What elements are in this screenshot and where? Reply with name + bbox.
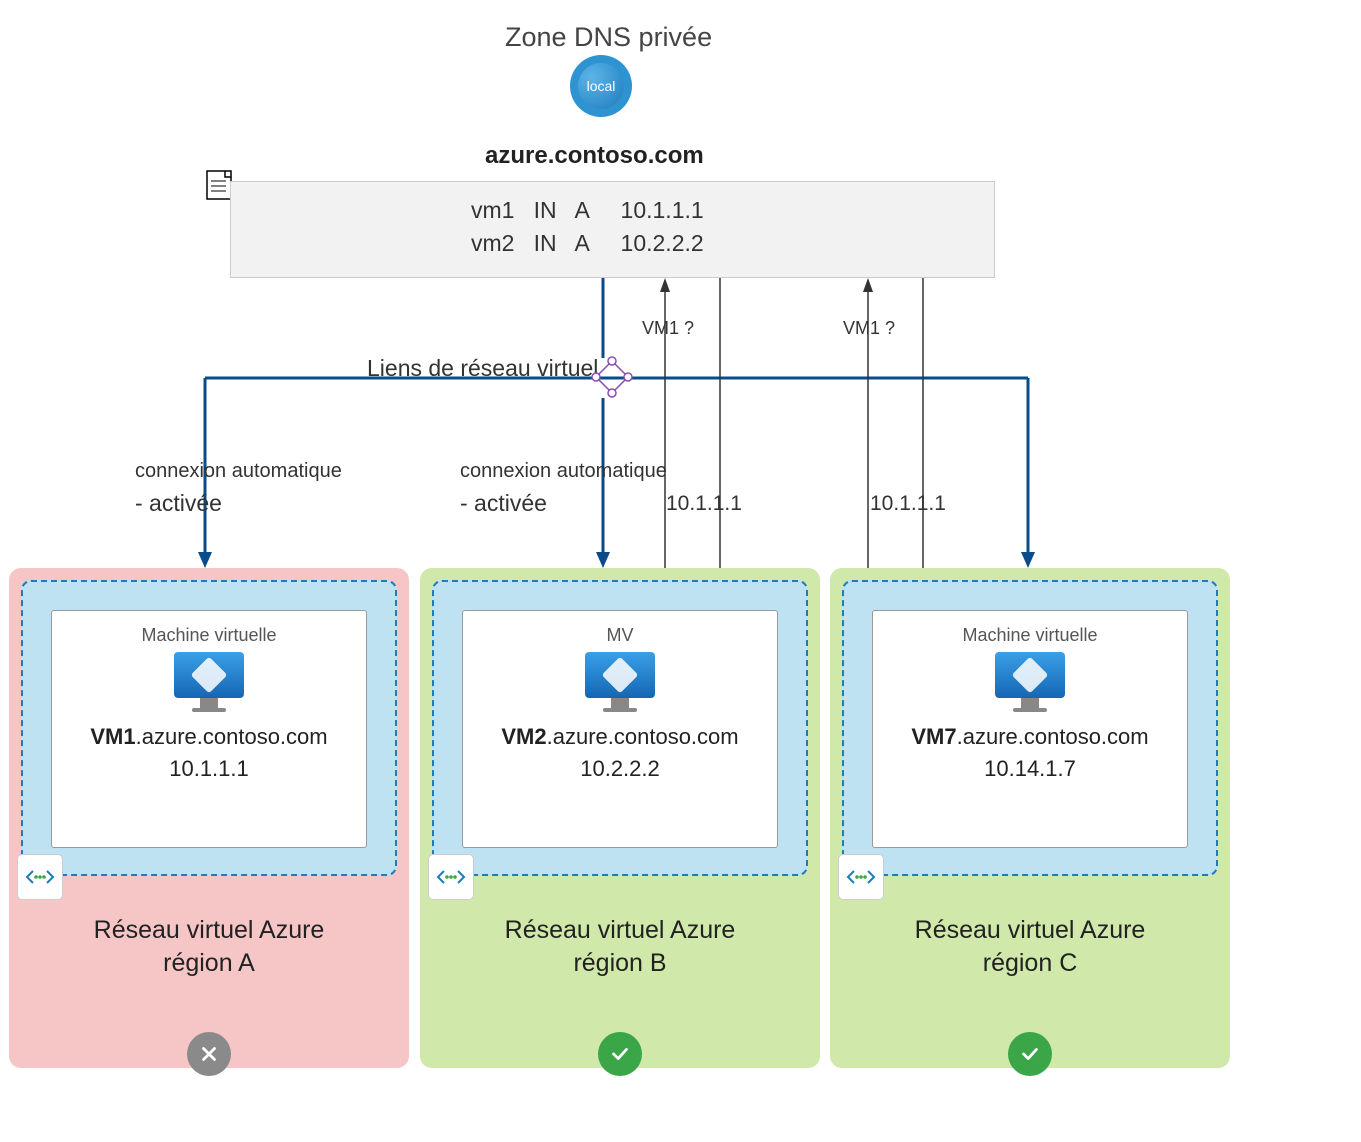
autoreg-b-status: - activée — [460, 490, 547, 517]
document-icon — [206, 170, 232, 205]
region-a-label: Réseau virtuel Azure région A — [9, 916, 409, 978]
vm-ip: 10.2.2.2 — [463, 756, 777, 782]
status-fail-icon — [187, 1032, 231, 1076]
vm-fqdn: VM7.azure.contoso.com — [873, 724, 1187, 750]
dns-records-box: vm1 IN A 10.1.1.1 vm2 IN A 10.2.2.2 — [230, 181, 995, 278]
vnet-links-label: Liens de réseau virtuel — [367, 355, 598, 382]
monitor-icon — [585, 652, 655, 712]
vm-label: Machine virtuelle — [873, 625, 1187, 646]
status-ok-icon — [1008, 1032, 1052, 1076]
dns-record-row: vm2 IN A 10.2.2.2 — [471, 230, 994, 257]
vnet-link-icon — [590, 355, 634, 404]
globe-icon: local — [570, 55, 632, 117]
vm-label: Machine virtuelle — [52, 625, 366, 646]
query-c-label: VM1 ? — [843, 318, 895, 339]
vm-card-b: MV VM2.azure.contoso.com 10.2.2.2 — [462, 610, 778, 848]
autoreg-a-title: connexion automatique — [135, 460, 342, 483]
monitor-icon — [995, 652, 1065, 712]
globe-label: local — [587, 78, 616, 94]
region-a-box: Machine virtuelle VM1.azure.contoso.com … — [9, 568, 409, 1068]
query-b-label: VM1 ? — [642, 318, 694, 339]
region-c-label: Réseau virtuel Azure région C — [830, 916, 1230, 978]
vm-fqdn: VM2.azure.contoso.com — [463, 724, 777, 750]
response-c-label: 10.1.1.1 — [870, 492, 946, 516]
vm-card-c: Machine virtuelle VM7.azure.contoso.com … — [872, 610, 1188, 848]
vm-fqdn: VM1.azure.contoso.com — [52, 724, 366, 750]
dns-zone-title: Zone DNS privée — [505, 22, 712, 53]
vm-ip: 10.14.1.7 — [873, 756, 1187, 782]
dns-zone-name: azure.contoso.com — [485, 142, 704, 170]
dns-record-row: vm1 IN A 10.1.1.1 — [471, 197, 994, 224]
status-ok-icon — [598, 1032, 642, 1076]
vm-label: MV — [463, 625, 777, 646]
vm-card-a: Machine virtuelle VM1.azure.contoso.com … — [51, 610, 367, 848]
vnet-icon — [17, 854, 63, 900]
vm-ip: 10.1.1.1 — [52, 756, 366, 782]
region-c-box: Machine virtuelle VM7.azure.contoso.com … — [830, 568, 1230, 1068]
region-b-box: MV VM2.azure.contoso.com 10.2.2.2 Réseau… — [420, 568, 820, 1068]
vnet-icon — [428, 854, 474, 900]
vnet-icon — [838, 854, 884, 900]
region-b-label: Réseau virtuel Azure région B — [420, 916, 820, 978]
autoreg-b-title: connexion automatique — [460, 460, 667, 483]
response-b-label: 10.1.1.1 — [666, 492, 742, 516]
monitor-icon — [174, 652, 244, 712]
autoreg-a-status: - activée — [135, 490, 222, 517]
